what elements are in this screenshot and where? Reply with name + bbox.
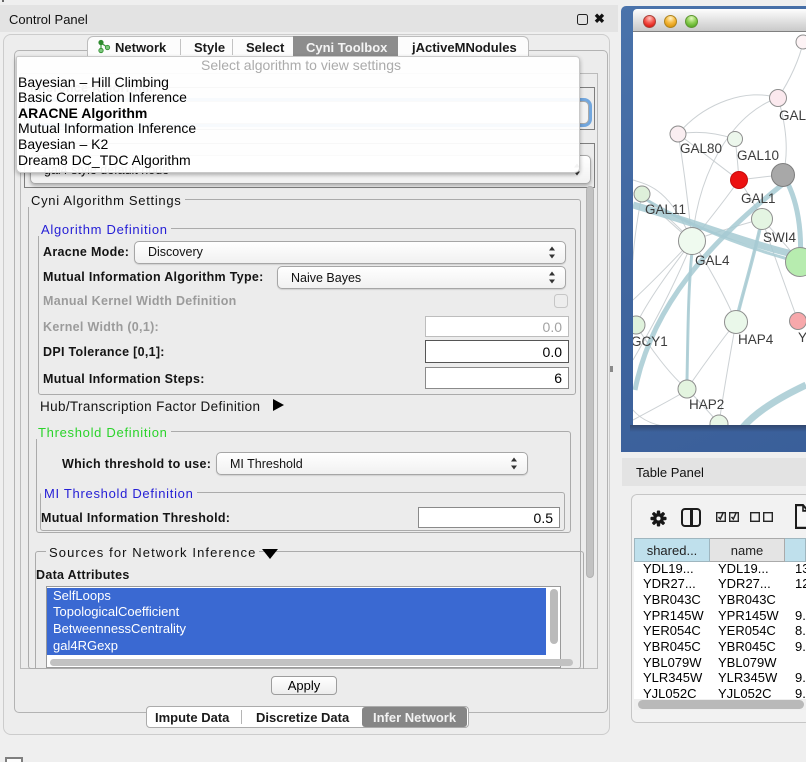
- svg-text:GAL7: GAL7: [779, 108, 806, 123]
- svg-text:HAP2: HAP2: [689, 397, 724, 412]
- svg-text:GAL80: GAL80: [680, 141, 722, 156]
- svg-text:GAL11: GAL11: [645, 202, 686, 217]
- svg-text:GAL4: GAL4: [695, 253, 730, 268]
- svg-text:GCY1: GCY1: [633, 334, 668, 349]
- svg-text:GAL10: GAL10: [737, 148, 779, 163]
- svg-text:SWI4: SWI4: [763, 230, 796, 245]
- svg-text:HAP4: HAP4: [738, 332, 774, 347]
- svg-text:YD: YD: [798, 330, 806, 345]
- svg-text:GAL1: GAL1: [741, 191, 776, 206]
